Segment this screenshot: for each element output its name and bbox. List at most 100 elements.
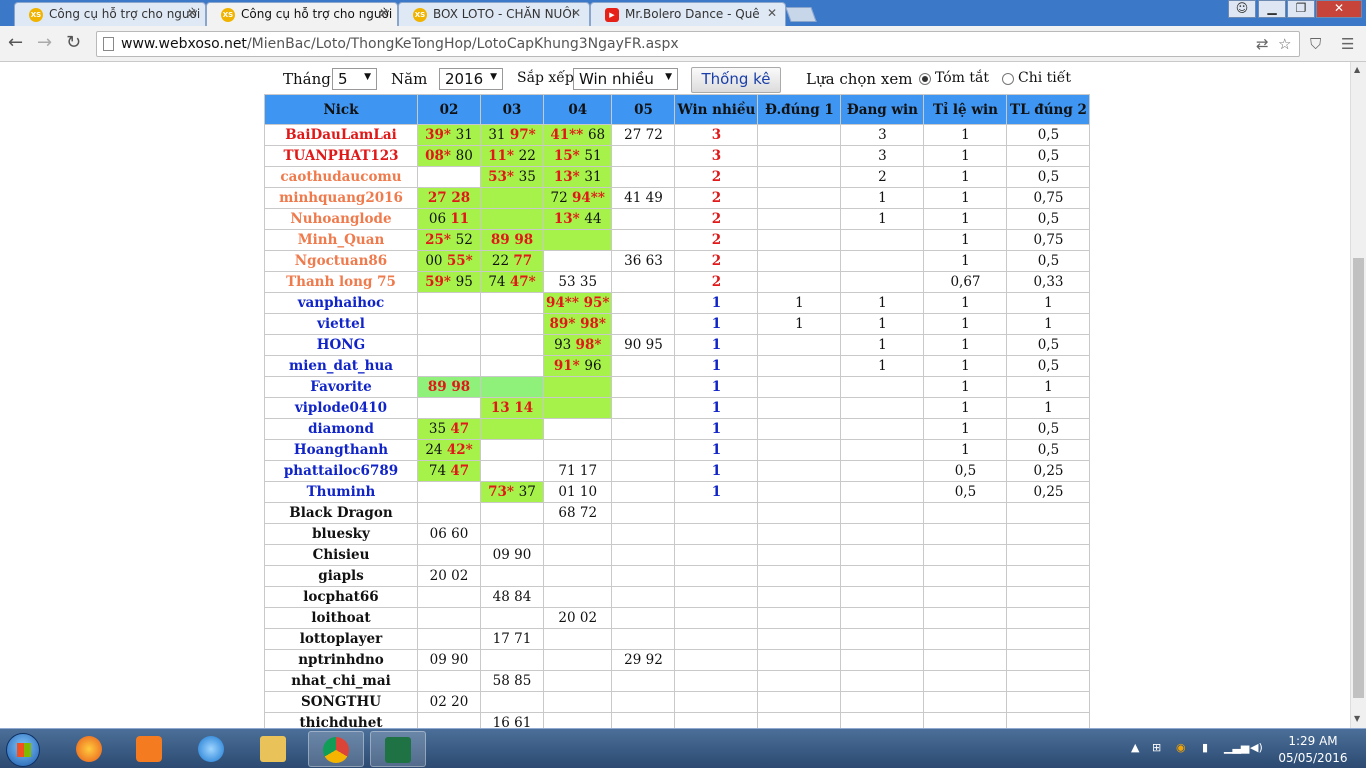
network-icon[interactable]: ▁▃▅ bbox=[1224, 741, 1249, 754]
scroll-down-icon[interactable]: ▼ bbox=[1354, 714, 1360, 723]
close-icon[interactable]: ✕ bbox=[187, 6, 197, 20]
nick-cell[interactable]: vanphaihoc bbox=[264, 292, 418, 314]
nick-cell[interactable]: Thuminh bbox=[264, 481, 418, 503]
close-window-button[interactable]: ✕ bbox=[1316, 0, 1362, 18]
nick-cell[interactable]: Chisieu bbox=[264, 544, 418, 566]
nick-cell[interactable]: viettel bbox=[264, 313, 418, 335]
translate-icon[interactable]: ⇄ bbox=[1256, 35, 1269, 53]
year-select[interactable]: 2016 ▼ bbox=[439, 68, 503, 90]
shield-icon[interactable]: ⛉ bbox=[1310, 35, 1321, 53]
number: 06 bbox=[428, 211, 451, 227]
nick-cell[interactable]: phattailoc6789 bbox=[264, 460, 418, 482]
nick-cell[interactable]: HONG bbox=[264, 334, 418, 356]
nick-cell[interactable]: Thanh long 75 bbox=[264, 271, 418, 293]
back-icon[interactable]: ← bbox=[8, 32, 23, 53]
tl-dung-2-cell: 0,5 bbox=[1006, 439, 1091, 461]
year-value: 2016 bbox=[445, 70, 484, 88]
show-hidden-icons-icon[interactable]: ▲ bbox=[1131, 741, 1139, 754]
close-icon[interactable]: ✕ bbox=[767, 6, 777, 20]
col-04[interactable]: 04 bbox=[542, 94, 613, 125]
col-ti-le-win[interactable]: Tỉ lệ win bbox=[923, 94, 1008, 125]
day-cell-05 bbox=[611, 313, 676, 335]
forward-icon[interactable]: → bbox=[37, 32, 52, 53]
nick-cell[interactable]: loithoat bbox=[264, 607, 418, 629]
reload-icon[interactable]: ↻ bbox=[66, 32, 81, 53]
summary-radio[interactable] bbox=[919, 73, 931, 85]
nick-cell[interactable]: Minh_Quan bbox=[264, 229, 418, 251]
tab-4[interactable]: ▶ Mr.Bolero Dance - Quê ✕ bbox=[590, 2, 786, 26]
menu-icon[interactable]: ☰ bbox=[1341, 35, 1354, 53]
col-03[interactable]: 03 bbox=[480, 94, 544, 125]
table-row: vanphaihoc 94** 95* 1 1 1 1 1 bbox=[264, 292, 1091, 314]
user-icon[interactable]: ☺ bbox=[1228, 0, 1256, 18]
win-count-cell bbox=[674, 628, 759, 650]
system-clock[interactable]: 1:29 AM 05/05/2016 bbox=[1278, 733, 1348, 767]
col-nick[interactable]: Nick bbox=[264, 94, 418, 125]
nick-cell[interactable]: bluesky bbox=[264, 523, 418, 545]
month-select[interactable]: 5 ▼ bbox=[332, 68, 377, 90]
day-cell-02 bbox=[417, 334, 481, 356]
nick-cell[interactable]: nhat_chi_mai bbox=[264, 670, 418, 692]
taskbar-app-media[interactable] bbox=[122, 731, 178, 767]
nick-cell[interactable]: diamond bbox=[264, 418, 418, 440]
day-cell-04 bbox=[542, 397, 613, 419]
minimize-button[interactable]: ▁ bbox=[1258, 0, 1286, 18]
col-win-nhieu[interactable]: Win nhiều bbox=[674, 94, 759, 125]
bookmark-star-icon[interactable]: ☆ bbox=[1278, 35, 1291, 53]
sort-select[interactable]: Win nhiều ▼ bbox=[573, 68, 678, 90]
battery-icon[interactable]: ▮ bbox=[1202, 741, 1208, 754]
detail-radio[interactable] bbox=[1002, 73, 1014, 85]
action-center-icon[interactable]: ⊞ bbox=[1152, 741, 1161, 754]
nick-cell[interactable]: TUANPHAT123 bbox=[264, 145, 418, 167]
nick-cell[interactable]: Nuhoanglode bbox=[264, 208, 418, 230]
nick-cell[interactable]: mien_dat_hua bbox=[264, 355, 418, 377]
scroll-up-icon[interactable]: ▲ bbox=[1354, 65, 1360, 74]
dung-1-cell bbox=[757, 208, 842, 230]
nick-cell[interactable]: giapls bbox=[264, 565, 418, 587]
new-tab-button[interactable] bbox=[785, 7, 817, 22]
nick-cell[interactable]: BaiDauLamLai bbox=[264, 124, 418, 146]
taskbar-app-firefox[interactable] bbox=[62, 731, 118, 767]
table-row: loithoat 20 02 bbox=[264, 607, 1091, 629]
address-bar[interactable]: www.webxoso.net/MienBac/Loto/ThongKeTong… bbox=[96, 31, 1300, 57]
ti-le-win-cell: 1 bbox=[923, 124, 1008, 146]
col-05[interactable]: 05 bbox=[611, 94, 676, 125]
tab-2[interactable]: XS Công cụ hỗ trợ cho người ✕ bbox=[206, 2, 398, 26]
nick-cell[interactable]: SONGTHU bbox=[264, 691, 418, 713]
nick-cell[interactable]: Hoangthanh bbox=[264, 439, 418, 461]
nick-cell[interactable]: lottoplayer bbox=[264, 628, 418, 650]
day-cell-04: 20 02 bbox=[542, 607, 613, 629]
close-icon[interactable]: ✕ bbox=[571, 6, 581, 20]
nick-cell[interactable]: thichduhet bbox=[264, 712, 418, 728]
number: 52 bbox=[455, 232, 473, 248]
nick-cell[interactable]: Black Dragon bbox=[264, 502, 418, 524]
nick-cell[interactable]: minhquang2016 bbox=[264, 187, 418, 209]
taskbar-app-chrome[interactable] bbox=[308, 731, 364, 767]
nick-cell[interactable]: caothudaucomu bbox=[264, 166, 418, 188]
start-button[interactable] bbox=[6, 733, 40, 767]
win-count-cell: 2 bbox=[674, 208, 759, 230]
col-02[interactable]: 02 bbox=[417, 94, 481, 125]
col-tl-dung-2[interactable]: TL đúng 2 bbox=[1006, 94, 1091, 125]
maximize-button[interactable]: ❐ bbox=[1287, 0, 1315, 18]
volume-icon[interactable]: ◀) bbox=[1250, 741, 1263, 754]
col-dung-1[interactable]: Đ.đúng 1 bbox=[757, 94, 842, 125]
col-dang-win[interactable]: Đang win bbox=[840, 94, 925, 125]
taskbar-app-explorer[interactable] bbox=[246, 731, 302, 767]
nick-cell[interactable]: nptrinhdno bbox=[264, 649, 418, 671]
tab-3[interactable]: XS BOX LOTO - CHĂN NUÔI ✕ bbox=[398, 2, 590, 26]
vpn-icon[interactable]: ◉ bbox=[1176, 741, 1186, 754]
taskbar-app-excel[interactable] bbox=[370, 731, 426, 767]
nick-cell[interactable]: Favorite bbox=[264, 376, 418, 398]
page-scrollbar[interactable]: ▲ ▼ bbox=[1350, 62, 1366, 728]
table-row: Hoangthanh 24 42* 1 1 0,5 bbox=[264, 439, 1091, 461]
nick-cell[interactable]: locphat66 bbox=[264, 586, 418, 608]
tab-1[interactable]: XS Công cụ hỗ trợ cho người ✕ bbox=[14, 2, 206, 26]
stats-button[interactable]: Thống kê bbox=[691, 67, 781, 93]
nick-cell[interactable]: Ngoctuan86 bbox=[264, 250, 418, 272]
dang-win-cell bbox=[840, 418, 925, 440]
taskbar-app-ie[interactable] bbox=[184, 731, 240, 767]
close-icon[interactable]: ✕ bbox=[379, 6, 389, 20]
scrollbar-thumb[interactable] bbox=[1353, 258, 1364, 698]
nick-cell[interactable]: viplode0410 bbox=[264, 397, 418, 419]
